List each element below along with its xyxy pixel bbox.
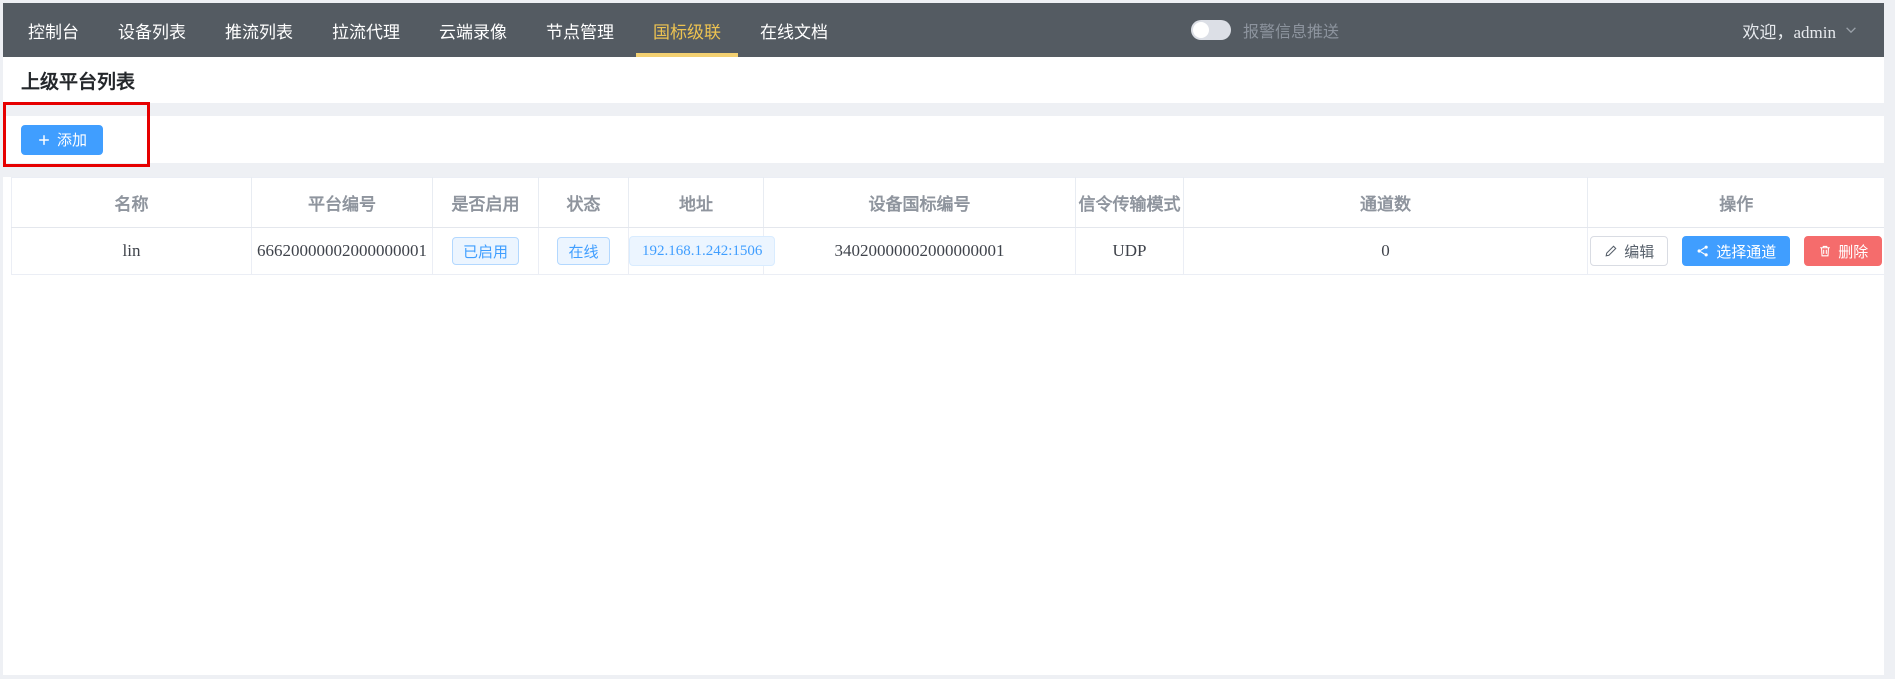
toggle-knob bbox=[1193, 22, 1209, 38]
toolbar: 添加 bbox=[3, 116, 1884, 163]
nav-item-cloud-record[interactable]: 云端录像 bbox=[422, 3, 524, 57]
column-header-address: 地址 bbox=[629, 178, 764, 228]
cell-status: 在线 bbox=[539, 228, 629, 275]
column-header-name: 名称 bbox=[12, 178, 252, 228]
nav-item-device-list[interactable]: 设备列表 bbox=[101, 3, 203, 57]
table-row: lin 66620000002000000001 已启用 在线 192.168.… bbox=[12, 228, 1885, 275]
cell-enabled: 已启用 bbox=[433, 228, 539, 275]
status-badge: 在线 bbox=[557, 237, 609, 265]
cell-operations: 编辑 选择通道 bbox=[1588, 228, 1885, 275]
nav-item-push-list[interactable]: 推流列表 bbox=[208, 3, 310, 57]
app-container: 控制台 设备列表 推流列表 拉流代理 云端录像 节点管理 国标级联 在线文档 报… bbox=[3, 3, 1884, 675]
select-channel-button[interactable]: 选择通道 bbox=[1682, 236, 1790, 266]
cell-transport-mode: UDP bbox=[1076, 228, 1184, 275]
delete-button-label: 删除 bbox=[1838, 241, 1868, 262]
alarm-push-group: 报警信息推送 bbox=[1191, 3, 1339, 57]
spacer bbox=[3, 163, 1884, 177]
address-tag: 192.168.1.242:1506 bbox=[629, 236, 775, 266]
select-channel-label: 选择通道 bbox=[1716, 241, 1776, 262]
column-header-device-gb-id: 设备国标编号 bbox=[764, 178, 1076, 228]
alarm-push-label: 报警信息推送 bbox=[1243, 18, 1339, 42]
column-header-operations: 操作 bbox=[1588, 178, 1885, 228]
nav-item-node-manage[interactable]: 节点管理 bbox=[529, 3, 631, 57]
share-icon bbox=[1696, 244, 1710, 258]
add-button-label: 添加 bbox=[57, 129, 87, 150]
enabled-badge: 已启用 bbox=[452, 237, 519, 265]
column-header-status: 状态 bbox=[539, 178, 629, 228]
column-header-platform-id: 平台编号 bbox=[252, 178, 433, 228]
title-bar: 上级平台列表 bbox=[3, 57, 1884, 103]
plus-icon bbox=[37, 133, 51, 147]
column-header-enabled: 是否启用 bbox=[433, 178, 539, 228]
spacer bbox=[3, 103, 1884, 116]
user-menu[interactable]: 欢迎，admin bbox=[1743, 3, 1859, 57]
alarm-push-toggle[interactable] bbox=[1191, 20, 1231, 40]
page-title: 上级平台列表 bbox=[21, 67, 135, 94]
nav-item-pull-proxy[interactable]: 拉流代理 bbox=[315, 3, 417, 57]
pen-icon bbox=[1604, 244, 1618, 258]
column-header-transport-mode: 信令传输模式 bbox=[1076, 178, 1184, 228]
nav-item-gb-cascade[interactable]: 国标级联 bbox=[636, 3, 738, 57]
chevron-down-icon bbox=[1844, 23, 1858, 37]
nav-item-online-docs[interactable]: 在线文档 bbox=[743, 3, 845, 57]
cell-platform-id: 66620000002000000001 bbox=[252, 228, 433, 275]
edit-button[interactable]: 编辑 bbox=[1590, 236, 1668, 266]
platform-table-panel: 名称 平台编号 是否启用 状态 地址 设备国标编号 信令传输模式 通道数 操作 … bbox=[3, 177, 1884, 675]
platform-table: 名称 平台编号 是否启用 状态 地址 设备国标编号 信令传输模式 通道数 操作 … bbox=[11, 177, 1884, 275]
delete-button[interactable]: 删除 bbox=[1804, 236, 1882, 266]
edit-button-label: 编辑 bbox=[1624, 241, 1654, 262]
cell-device-gb-id: 34020000002000000001 bbox=[764, 228, 1076, 275]
table-header-row: 名称 平台编号 是否启用 状态 地址 设备国标编号 信令传输模式 通道数 操作 bbox=[12, 178, 1885, 228]
welcome-text: 欢迎，admin bbox=[1743, 18, 1837, 43]
column-header-channel-count: 通道数 bbox=[1184, 178, 1588, 228]
top-navbar: 控制台 设备列表 推流列表 拉流代理 云端录像 节点管理 国标级联 在线文档 报… bbox=[3, 3, 1884, 57]
add-button[interactable]: 添加 bbox=[21, 125, 103, 155]
trash-icon bbox=[1818, 244, 1832, 258]
cell-name: lin bbox=[12, 228, 252, 275]
cell-address: 192.168.1.242:1506 bbox=[629, 228, 764, 275]
nav-item-console[interactable]: 控制台 bbox=[11, 3, 96, 57]
cell-channel-count: 0 bbox=[1184, 228, 1588, 275]
